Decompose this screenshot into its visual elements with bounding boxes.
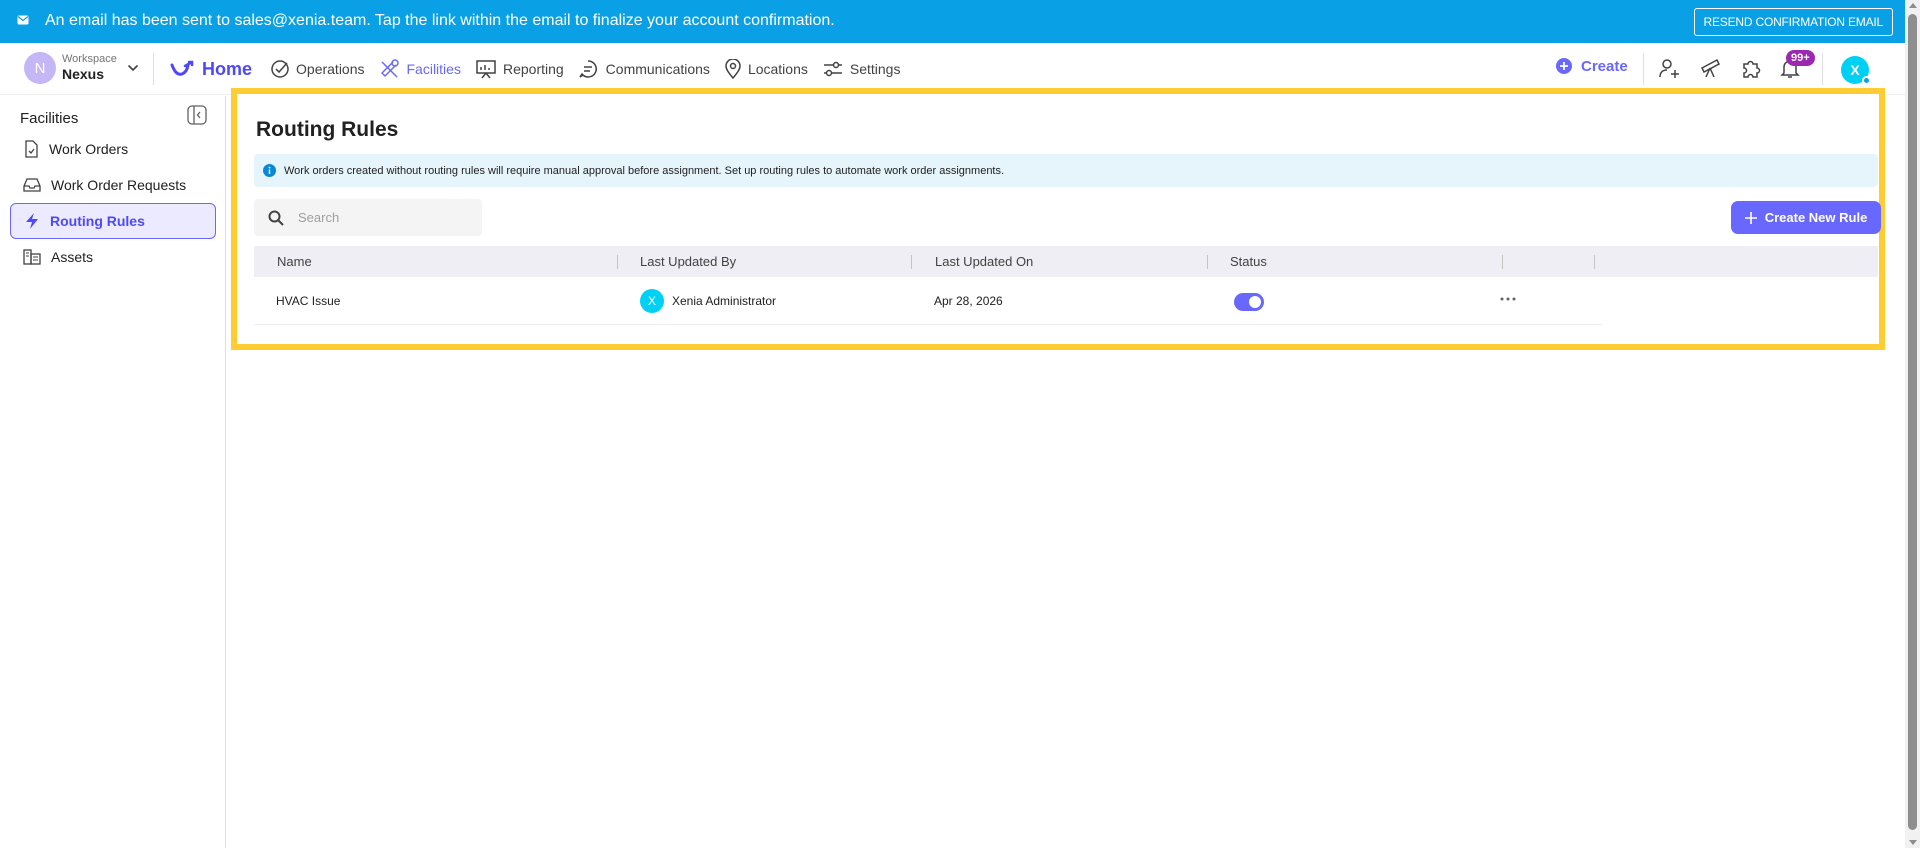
column-divider	[1502, 255, 1503, 269]
sidebar-item-label: Work Orders	[49, 141, 129, 157]
column-divider	[617, 255, 618, 269]
routing-rules-panel: Routing Rules Work orders created withou…	[231, 88, 1885, 350]
updated-by: Xenia Administrator	[672, 294, 777, 308]
user-avatar[interactable]: X	[1841, 56, 1871, 85]
nav-communications-label: Communications	[605, 61, 710, 77]
sidebar-item-assets[interactable]: Assets	[10, 239, 216, 275]
page-scrollbar[interactable]	[1905, 0, 1920, 848]
column-header-status[interactable]: Status	[1230, 254, 1267, 269]
assets-icon	[23, 249, 51, 265]
table-header: Name Last Updated By Last Updated On Sta…	[254, 246, 1878, 277]
nav-locations[interactable]: Locations	[724, 59, 808, 79]
search-input[interactable]	[298, 210, 458, 225]
sidebar-title: Facilities	[20, 110, 79, 127]
nav-divider	[1643, 53, 1644, 85]
nav-reporting-label: Reporting	[502, 61, 564, 77]
nav-communications[interactable]: Communications	[578, 59, 710, 79]
create-new-rule-label: Create New Rule	[1764, 210, 1868, 225]
toggle-knob	[1249, 296, 1261, 308]
clipboard-icon	[23, 140, 49, 158]
avatar: X	[640, 289, 664, 313]
nav-operations[interactable]: Operations	[270, 59, 365, 79]
nav-home[interactable]: Home	[170, 59, 252, 80]
scroll-up-arrow-icon[interactable]	[1909, 3, 1917, 8]
nav-home-label: Home	[202, 58, 253, 79]
table-row[interactable]: HVAC Issue X Xenia Administrator Apr 28,…	[254, 277, 1603, 325]
updated-on: Apr 28, 2026	[934, 294, 1003, 308]
search-box[interactable]	[254, 199, 482, 236]
more-options-icon[interactable]	[1500, 297, 1516, 301]
nav-reporting[interactable]: Reporting	[475, 59, 564, 79]
workspace-avatar: N	[24, 52, 56, 84]
workspace-switcher[interactable]: N Workspace Nexus	[24, 52, 139, 84]
nav-divider	[153, 53, 154, 85]
telescope-icon[interactable]	[1699, 56, 1723, 80]
create-button[interactable]: Create	[1555, 57, 1628, 75]
add-user-icon[interactable]	[1658, 56, 1682, 80]
column-header-last-updated-on[interactable]: Last Updated On	[935, 254, 1033, 269]
column-header-name[interactable]: Name	[277, 254, 312, 269]
column-header-last-updated-by[interactable]: Last Updated By	[640, 254, 736, 269]
sidebar-item-label: Assets	[51, 249, 94, 265]
sliders-icon	[822, 59, 850, 79]
sidebar-item-label: Routing Rules	[50, 213, 145, 229]
chat-icon	[578, 59, 606, 79]
confirmation-banner: An email has been sent to sales@xenia.te…	[0, 0, 1905, 43]
presentation-chart-icon	[475, 59, 503, 79]
status-toggle[interactable]	[1234, 293, 1264, 311]
nav-divider	[1822, 53, 1823, 85]
column-divider	[1207, 255, 1208, 269]
search-icon	[268, 210, 284, 226]
scrollbar-thumb[interactable]	[1908, 14, 1917, 830]
sidebar-item-work-orders[interactable]: Work Orders	[10, 131, 216, 167]
location-pin-icon	[724, 59, 748, 79]
workspace-label: Workspace	[62, 53, 117, 65]
check-circle-icon	[270, 59, 296, 79]
info-banner: Work orders created without routing rule…	[254, 154, 1878, 187]
nav-locations-label: Locations	[747, 61, 808, 77]
sidebar-item-work-order-requests[interactable]: Work Order Requests	[10, 167, 216, 203]
tools-icon	[379, 59, 407, 79]
nav-operations-label: Operations	[296, 61, 365, 77]
online-status-dot	[1862, 76, 1871, 85]
plus-circle-icon	[1555, 57, 1581, 75]
page-title: Routing Rules	[256, 118, 399, 141]
puzzle-icon[interactable]	[1739, 56, 1763, 80]
collapse-sidebar-icon[interactable]	[187, 105, 207, 125]
create-new-rule-button[interactable]: Create New Rule	[1731, 201, 1881, 234]
banner-message: An email has been sent to sales@xenia.te…	[45, 12, 835, 29]
chevron-down-icon	[127, 64, 139, 72]
nav-settings[interactable]: Settings	[822, 59, 901, 79]
sidebar: Facilities Work Orders Work Order Reques…	[0, 96, 226, 848]
notification-badge: 99+	[1786, 50, 1815, 66]
info-icon	[263, 164, 284, 177]
resend-confirmation-button[interactable]: RESEND CONFIRMATION EMAIL	[1693, 8, 1893, 36]
lightning-icon	[24, 212, 50, 230]
column-divider	[1594, 255, 1595, 269]
create-label: Create	[1581, 57, 1628, 75]
nav-facilities-label: Facilities	[406, 61, 461, 77]
nav-settings-label: Settings	[849, 61, 901, 77]
user-avatar-initial: X	[1850, 62, 1860, 78]
mail-icon	[17, 15, 29, 25]
info-text: Work orders created without routing rule…	[284, 164, 1005, 177]
sidebar-item-label: Work Order Requests	[51, 177, 187, 193]
column-divider	[911, 255, 912, 269]
plus-icon	[1744, 211, 1765, 224]
home-logo-icon	[170, 60, 202, 78]
scroll-down-arrow-icon[interactable]	[1909, 840, 1917, 845]
nav-facilities[interactable]: Facilities	[379, 59, 461, 79]
inbox-icon	[23, 177, 51, 193]
rule-name: HVAC Issue	[276, 294, 341, 308]
workspace-name: Nexus	[62, 66, 105, 82]
sidebar-item-routing-rules[interactable]: Routing Rules	[10, 203, 216, 239]
